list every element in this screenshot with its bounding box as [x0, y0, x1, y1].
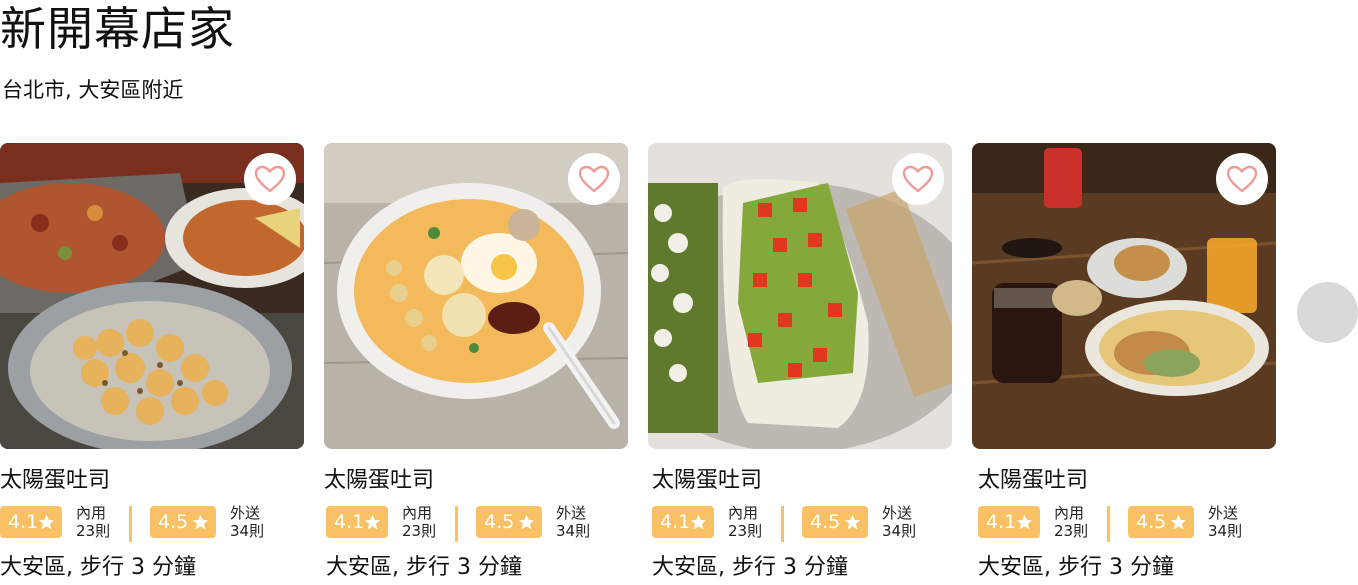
delivery-count: 34則 [230, 522, 265, 540]
delivery-rating-value: 4.5 [1136, 511, 1167, 533]
heart-icon [902, 165, 934, 193]
rating-row: 4.1 內用 23則 4.5 外送 34則 [648, 504, 948, 542]
store-name[interactable]: 太陽蛋吐司 [0, 466, 110, 496]
star-icon [1016, 514, 1033, 530]
store-name[interactable]: 太陽蛋吐司 [324, 466, 434, 496]
delivery-rating-badge: 4.5 [802, 506, 868, 538]
delivery-meta: 外送 34則 [1208, 504, 1242, 540]
dine-in-meta: 內用 23則 [402, 504, 436, 540]
store-location: 大安區, 步行 3 分鐘 [978, 555, 1174, 580]
dine-in-count: 23則 [402, 522, 437, 540]
store-photo[interactable] [648, 143, 952, 449]
delivery-meta: 外送 34則 [882, 504, 916, 540]
star-icon [38, 514, 55, 530]
favorite-button[interactable] [1216, 153, 1268, 205]
star-icon [844, 514, 861, 530]
favorite-button[interactable] [892, 153, 944, 205]
store-card[interactable]: 太陽蛋吐司 4.1 內用 23則 4.5 外送 34則 大安區, 步行 3 分鐘 [972, 143, 1276, 585]
dine-in-rating-value: 4.1 [8, 511, 39, 533]
rating-row: 4.1 內用 23則 4.5 外送 34則 [324, 504, 624, 542]
dine-in-count: 23則 [76, 522, 111, 540]
dine-in-label: 內用 [402, 504, 433, 522]
store-photo[interactable] [972, 143, 1276, 449]
star-icon [518, 514, 535, 530]
favorite-button[interactable] [568, 153, 620, 205]
delivery-count: 34則 [882, 522, 917, 540]
delivery-rating-badge: 4.5 [476, 506, 542, 538]
dine-in-meta: 內用 23則 [728, 504, 762, 540]
rating-row: 4.1 內用 23則 4.5 外送 34則 [972, 504, 1272, 542]
dine-in-label: 內用 [76, 504, 107, 522]
favorite-button[interactable] [244, 153, 296, 205]
delivery-count: 34則 [556, 522, 591, 540]
dine-in-rating-badge: 4.1 [652, 506, 714, 538]
delivery-count: 34則 [1208, 522, 1243, 540]
store-card[interactable]: 太陽蛋吐司 4.1 內用 23則 4.5 外送 34則 大安區, 步行 3 分鐘 [648, 143, 952, 585]
rating-divider [455, 506, 458, 542]
dine-in-label: 內用 [1054, 504, 1085, 522]
dine-in-rating-value: 4.1 [986, 511, 1017, 533]
delivery-meta: 外送 34則 [230, 504, 264, 540]
store-location: 大安區, 步行 3 分鐘 [652, 555, 848, 580]
heart-icon [578, 165, 610, 193]
delivery-rating-value: 4.5 [158, 511, 189, 533]
store-name[interactable]: 太陽蛋吐司 [652, 466, 762, 496]
dine-in-label: 內用 [728, 504, 759, 522]
delivery-label: 外送 [882, 504, 913, 522]
store-photo[interactable] [0, 143, 304, 449]
dine-in-rating-badge: 4.1 [326, 506, 388, 538]
heart-icon [254, 165, 286, 193]
page-title: 新開幕店家 [0, 2, 235, 56]
dine-in-count: 23則 [1054, 522, 1089, 540]
delivery-rating-badge: 4.5 [1128, 506, 1194, 538]
store-location: 大安區, 步行 3 分鐘 [0, 555, 196, 580]
store-name[interactable]: 太陽蛋吐司 [978, 466, 1088, 496]
store-card[interactable]: 太陽蛋吐司 4.1 內用 23則 4.5 外送 34則 大安區, 步行 3 分鐘 [324, 143, 628, 585]
rating-row: 4.1 內用 23則 4.5 外送 34則 [0, 504, 300, 542]
dine-in-rating-value: 4.1 [334, 511, 365, 533]
star-icon [1170, 514, 1187, 530]
heart-icon [1226, 165, 1258, 193]
store-card[interactable]: 太陽蛋吐司 4.1 內用 23則 4.5 外送 34則 大安區, 步行 3 分鐘 [0, 143, 304, 585]
delivery-rating-value: 4.5 [810, 511, 841, 533]
star-icon [690, 514, 707, 530]
dine-in-meta: 內用 23則 [1054, 504, 1088, 540]
star-icon [192, 514, 209, 530]
store-location: 大安區, 步行 3 分鐘 [326, 555, 522, 580]
carousel-next-button[interactable] [1297, 282, 1358, 343]
dine-in-meta: 內用 23則 [76, 504, 110, 540]
dine-in-rating-value: 4.1 [660, 511, 691, 533]
delivery-label: 外送 [556, 504, 587, 522]
delivery-meta: 外送 34則 [556, 504, 590, 540]
rating-divider [1107, 506, 1110, 542]
star-icon [364, 514, 381, 530]
rating-divider [781, 506, 784, 542]
rating-divider [129, 506, 132, 542]
dine-in-rating-badge: 4.1 [0, 506, 62, 538]
store-photo[interactable] [324, 143, 628, 449]
delivery-label: 外送 [1208, 504, 1239, 522]
location-subtitle: 台北市, 大安區附近 [2, 78, 184, 102]
dine-in-count: 23則 [728, 522, 763, 540]
delivery-rating-badge: 4.5 [150, 506, 216, 538]
delivery-label: 外送 [230, 504, 261, 522]
dine-in-rating-badge: 4.1 [978, 506, 1040, 538]
new-stores-carousel: 太陽蛋吐司 4.1 內用 23則 4.5 外送 34則 大安區, 步行 3 分鐘 [0, 143, 1280, 585]
delivery-rating-value: 4.5 [484, 511, 515, 533]
